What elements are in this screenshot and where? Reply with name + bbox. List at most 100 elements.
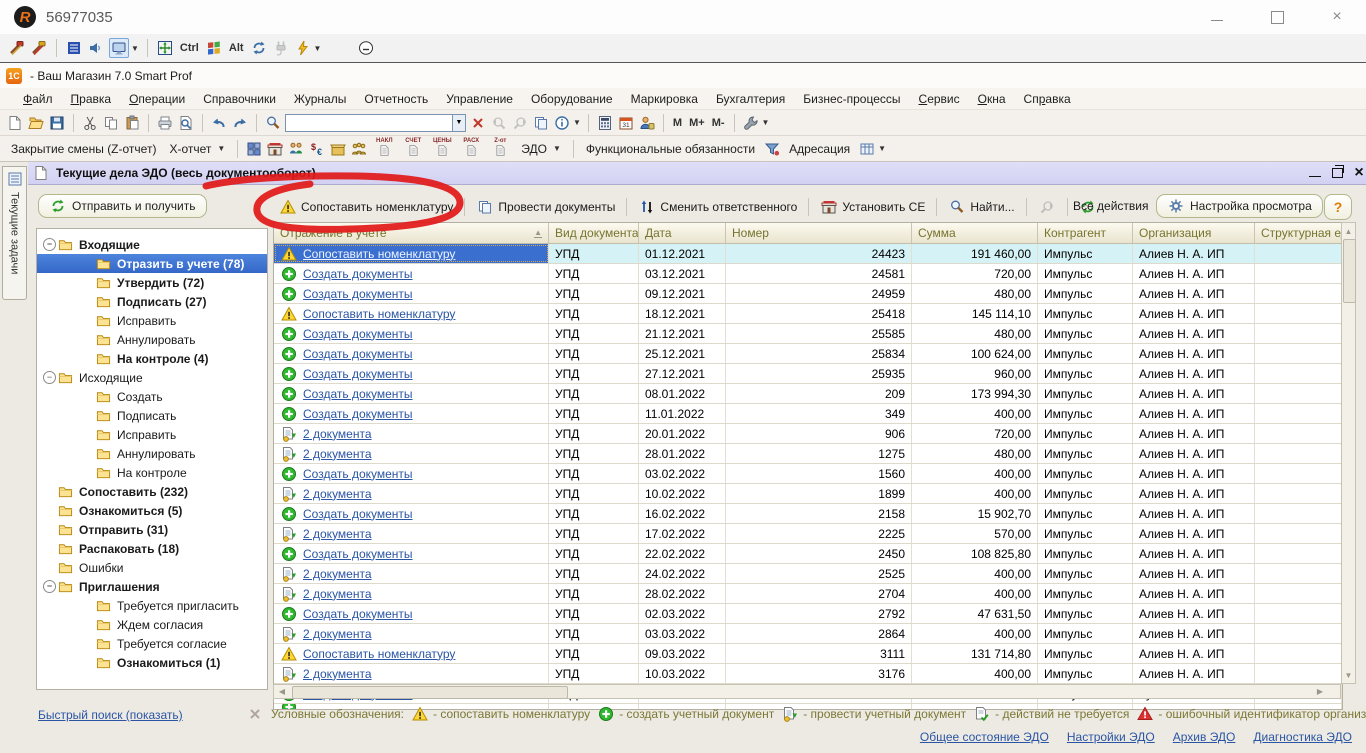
action-link[interactable]: Создать документы [303,467,413,481]
menu-1[interactable]: Файл [14,90,62,108]
table-row[interactable]: Сопоставить номенклатуруУПД09.03.2022311… [274,644,1342,664]
action-link[interactable]: 2 документа [303,667,372,681]
invoice-doc-icon[interactable]: СЧЕТ [400,138,426,159]
action-link[interactable]: Создать документы [303,367,413,381]
footer-link-4[interactable]: Диагностика ЭДО [1253,730,1352,744]
column-header-3[interactable]: Дата [639,223,726,243]
send-winkey-icon[interactable] [205,39,223,57]
action-link[interactable]: Сопоставить номенклатуру [303,647,455,661]
change-responsible-button[interactable]: Сменить ответственного [635,196,800,218]
tree-item-7[interactable]: На контроле (4) [37,349,267,368]
find-previous-icon[interactable] [490,114,508,132]
table-row[interactable]: 2 документаУПД17.02.20222225570,00Импуль… [274,524,1342,544]
action-link[interactable]: Создать документы [303,407,413,421]
waybill-doc-icon[interactable]: НАКЛ [371,138,397,159]
tree-item-12[interactable]: Аннулировать [37,444,267,463]
match-nomenclature-button[interactable]: Сопоставить номенклатуру [276,196,456,218]
functional-duties-button[interactable]: Функциональные обязанности [581,141,760,157]
footer-link-2[interactable]: Настройки ЭДО [1067,730,1155,744]
tree-item-11[interactable]: Исправить [37,425,267,444]
addressing-button[interactable]: Адресация [784,141,855,157]
table-row[interactable]: 2 документаУПД24.02.20222525400,00Импуль… [274,564,1342,584]
menu-9[interactable]: Маркировка [622,90,707,108]
connection-list-icon[interactable] [65,39,83,57]
chevron-down-icon[interactable]: ▼ [553,144,561,153]
send-alt-icon[interactable]: Alt [227,42,246,54]
clear-find-button[interactable] [1035,196,1059,218]
menu-7[interactable]: Управление [437,90,522,108]
footer-link-1[interactable]: Общее состояние ЭДО [920,730,1049,744]
print-preview-icon[interactable] [177,114,195,132]
table-row[interactable]: Создать документыУПД25.12.202125834100 6… [274,344,1342,364]
table-row[interactable]: 2 документаУПД10.02.20221899400,00Импуль… [274,484,1342,504]
tree-item-4[interactable]: Подписать (27) [37,292,267,311]
vertical-scroll-thumb[interactable] [1343,239,1356,303]
prices-doc-icon[interactable]: ЦЕНЫ [429,138,455,159]
chevron-down-icon[interactable]: ▼ [314,44,322,53]
all-actions-button[interactable]: Все действия▼ [1073,199,1162,213]
send-receive-button[interactable]: Отправить и получить [38,194,207,218]
table-row[interactable]: Создать документыУПД08.01.2022209173 994… [274,384,1342,404]
search-input[interactable] [285,114,452,132]
action-link[interactable]: Создать документы [303,327,413,341]
chevron-down-icon[interactable]: ▼ [762,118,770,127]
rv-maximize-button[interactable] [1257,0,1297,34]
table-row[interactable]: 2 документаУПД28.01.20221275480,00Импуль… [274,444,1342,464]
column-header-7[interactable]: Организация [1133,223,1255,243]
action-link[interactable]: 2 документа [303,487,372,501]
tree-item-1[interactable]: −Входящие [37,235,267,254]
close-shift-button[interactable]: Закрытие смены (Z-отчет) [6,141,161,157]
undo-icon[interactable] [210,114,228,132]
tree-item-9[interactable]: Создать [37,387,267,406]
child-minimize-button[interactable] [1304,162,1326,184]
action-link[interactable]: Создать документы [303,387,413,401]
tree-item-10[interactable]: Подписать [37,406,267,425]
table-row[interactable]: Сопоставить номенклатуруУПД01.12.2021244… [274,244,1342,264]
action-link[interactable]: 2 документа [303,527,372,541]
table-row[interactable]: Создать документыУПД03.02.20221560400,00… [274,464,1342,484]
tree-item-2[interactable]: Отразить в учете (78) [37,254,267,273]
sound-icon[interactable] [87,39,105,57]
column-header-6[interactable]: Контрагент [1038,223,1133,243]
user-rights-icon[interactable] [638,114,656,132]
currency-exchange-icon[interactable]: $€ [308,140,326,158]
menu-10[interactable]: Бухгалтерия [707,90,794,108]
post-documents-button[interactable]: Провести документы [473,196,618,218]
menu-13[interactable]: Окна [969,90,1015,108]
column-header-8[interactable]: Структурная ед... [1255,223,1342,243]
current-tasks-tab[interactable]: Текущие задачи [2,166,27,300]
column-header-5[interactable]: Сумма [912,223,1038,243]
menu-6[interactable]: Отчетность [355,90,437,108]
table-row[interactable]: Создать документыУПД16.02.2022215815 902… [274,504,1342,524]
action-link[interactable]: 2 документа [303,587,372,601]
vertical-scrollbar[interactable]: ▲ ▼ [1341,222,1356,684]
find-button[interactable]: Найти... [945,196,1017,218]
memory-subtract-icon[interactable]: M- [710,117,727,129]
table-row[interactable]: Создать документыУПД22.02.20222450108 82… [274,544,1342,564]
menu-3[interactable]: Операции [120,90,194,108]
copy-window-icon[interactable] [532,114,550,132]
new-document-icon[interactable] [6,114,24,132]
staff-icon[interactable] [287,140,305,158]
tree-item-13[interactable]: На контроле [37,463,267,482]
tree-item-14[interactable]: Сопоставить (232) [37,482,267,501]
table-row[interactable]: 2 документаУПД10.03.20223176400,00Импуль… [274,664,1342,684]
tree-item-8[interactable]: −Исходящие [37,368,267,387]
edo-menu-button[interactable]: ЭДО▼ [516,141,566,157]
view-settings-button[interactable]: Настройка просмотра [1156,194,1323,218]
table-row[interactable]: 2 документаУПД20.01.2022906720,00Импульс… [274,424,1342,444]
disconnect-icon[interactable] [272,39,290,57]
cut-icon[interactable] [81,114,99,132]
action-link[interactable]: Создать документы [303,267,413,281]
horizontal-scrollbar[interactable]: ◀ ▶ [273,684,1341,699]
x-report-button[interactable]: Х-отчет▼ [164,141,230,157]
table-row[interactable]: Создать документыУПД03.12.202124581720,0… [274,264,1342,284]
tree-item-17[interactable]: Распаковать (18) [37,539,267,558]
store-icon[interactable] [266,140,284,158]
tree-item-5[interactable]: Исправить [37,311,267,330]
scroll-up-icon[interactable]: ▲ [1342,225,1355,237]
partners-group-icon[interactable] [350,140,368,158]
search-dropdown-icon[interactable]: ▼ [452,114,466,132]
action-link[interactable]: Сопоставить номенклатуру [303,247,455,261]
footer-link-3[interactable]: Архив ЭДО [1173,730,1236,744]
